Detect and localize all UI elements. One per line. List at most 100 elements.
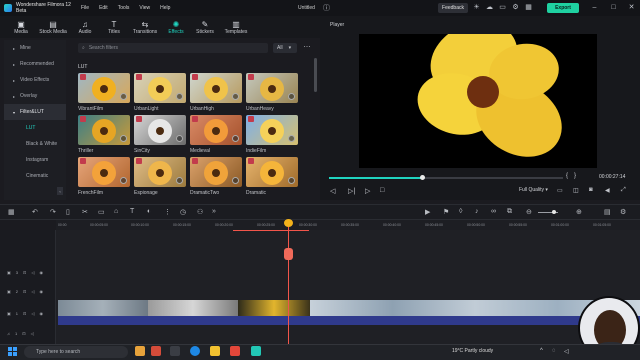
- filter-card[interactable]: Dramatic: [246, 157, 298, 199]
- camera-icon[interactable]: ◙: [589, 187, 593, 193]
- task-view-icon[interactable]: [170, 346, 180, 356]
- weather-widget[interactable]: 19°C Partly cloudy: [452, 348, 493, 354]
- download-icon[interactable]: [120, 177, 127, 184]
- tab-stock-media[interactable]: ▤ Stock Media: [37, 16, 69, 38]
- menu-edit[interactable]: Edit: [99, 5, 108, 11]
- video-clip[interactable]: [58, 300, 640, 316]
- eye-icon[interactable]: ◉: [39, 289, 43, 294]
- sidebar-item-mine[interactable]: ▸ Mine: [4, 40, 66, 56]
- shield-icon[interactable]: ◊: [459, 208, 462, 215]
- cloud-icon[interactable]: ☁: [485, 3, 494, 12]
- tab-templates[interactable]: ▥ Templates: [221, 16, 251, 38]
- zoom-slider-knob[interactable]: [552, 210, 556, 214]
- playhead-handle[interactable]: [284, 219, 293, 227]
- filter-card[interactable]: IndieFilm: [246, 115, 298, 157]
- lock-icon[interactable]: ⊡: [23, 311, 26, 316]
- chevron-up-icon[interactable]: ^: [540, 348, 543, 354]
- mute-icon[interactable]: ◁: [31, 331, 34, 336]
- progress-knob[interactable]: [420, 175, 425, 180]
- color-icon[interactable]: ◐: [147, 208, 151, 215]
- browser-scrollbar[interactable]: [314, 58, 317, 92]
- download-icon[interactable]: [288, 135, 295, 142]
- close-icon[interactable]: ✕: [627, 3, 636, 12]
- filmora-taskbar-icon[interactable]: [251, 346, 261, 356]
- timeline-tracks[interactable]: [56, 230, 640, 344]
- layout-grid-icon[interactable]: ▦: [8, 208, 15, 216]
- feedback-button[interactable]: Feedback: [438, 3, 468, 13]
- tab-stickers[interactable]: ✎ Stickers: [192, 16, 218, 38]
- inbox-icon[interactable]: ▭: [498, 3, 507, 12]
- split-icon[interactable]: ✂: [82, 208, 88, 216]
- quality-dropdown[interactable]: Full Quality ▾: [519, 187, 548, 193]
- more-options-icon[interactable]: ⋯: [302, 43, 312, 53]
- collapse-sidebar-icon[interactable]: ‹: [57, 187, 63, 195]
- sidebar-item-lut[interactable]: LUT: [4, 120, 66, 136]
- taskbar-app-icon[interactable]: [230, 346, 240, 356]
- download-icon[interactable]: [232, 177, 239, 184]
- eye-icon[interactable]: ◉: [39, 270, 43, 275]
- tab-transitions[interactable]: ⇆ Transitions: [130, 16, 160, 38]
- filter-card[interactable]: UrbanHeavy: [246, 73, 298, 115]
- filter-card[interactable]: FrenchFilm: [78, 157, 130, 199]
- zoom-out-icon[interactable]: ⊖: [526, 208, 532, 216]
- volume-icon[interactable]: ◀: [605, 187, 610, 194]
- filter-card[interactable]: SinCity: [134, 115, 186, 157]
- menu-view[interactable]: View: [139, 5, 150, 11]
- download-icon[interactable]: [120, 93, 127, 100]
- search-input[interactable]: ⌕ Search filters: [78, 43, 268, 53]
- lock-icon[interactable]: ⊡: [23, 289, 26, 294]
- audio-adjust-icon[interactable]: ⋮: [164, 208, 171, 216]
- lock-icon[interactable]: ⊡: [23, 270, 26, 275]
- playhead-marker[interactable]: [284, 248, 293, 260]
- download-icon[interactable]: [288, 177, 295, 184]
- crop-icon[interactable]: ▭: [98, 208, 105, 216]
- sidebar-item-cinematic[interactable]: Cinematic: [4, 168, 66, 184]
- download-icon[interactable]: [288, 93, 295, 100]
- filter-card[interactable]: Thriller: [78, 115, 130, 157]
- menu-tools[interactable]: Tools: [118, 5, 130, 11]
- stop-icon[interactable]: □: [380, 187, 384, 194]
- sidebar-item-overlay[interactable]: ▸ Overlay: [4, 88, 66, 104]
- windows-start-icon[interactable]: [8, 347, 17, 356]
- network-icon[interactable]: ◌: [552, 348, 556, 354]
- download-icon[interactable]: [176, 93, 183, 100]
- edge-browser-icon[interactable]: [190, 346, 200, 356]
- speed-icon[interactable]: ◷: [180, 208, 186, 216]
- render-icon[interactable]: ▶: [425, 208, 430, 216]
- tag-icon[interactable]: ⌂: [114, 208, 118, 215]
- mark-in-out-icon[interactable]: {}: [566, 173, 582, 179]
- undo-icon[interactable]: ↶: [32, 208, 38, 216]
- menu-file[interactable]: File: [81, 5, 89, 11]
- lock-icon[interactable]: ⊡: [22, 331, 25, 336]
- taskbar-app-icon[interactable]: [135, 346, 145, 356]
- play-icon[interactable]: ▷: [365, 187, 370, 195]
- filter-card[interactable]: UrbanHigh: [190, 73, 242, 115]
- sidebar-item-black-white[interactable]: Black & White: [4, 136, 66, 152]
- zoom-in-icon[interactable]: ⊕: [576, 208, 582, 216]
- sidebar-item-instagram[interactable]: Instagram: [4, 152, 66, 168]
- filter-card[interactable]: Medieval: [190, 115, 242, 157]
- settings-icon[interactable]: ⚙: [511, 3, 520, 12]
- download-icon[interactable]: [120, 135, 127, 142]
- layout-options-icon[interactable]: ▤: [604, 208, 611, 216]
- sidebar-item-filter-lut[interactable]: ▾ Filter&LUT: [4, 104, 66, 120]
- player-progress-bar[interactable]: [329, 177, 563, 179]
- filter-card[interactable]: DramaticTwo: [190, 157, 242, 199]
- link-icon[interactable]: ∞: [491, 208, 496, 215]
- download-icon[interactable]: [232, 93, 239, 100]
- filter-dropdown[interactable]: All ▾: [273, 43, 297, 53]
- sidebar-item-recommended[interactable]: ▸ Recommended: [4, 56, 66, 72]
- microphone-icon[interactable]: ♪: [475, 208, 479, 215]
- settings-icon[interactable]: ⚙: [620, 208, 626, 216]
- maximize-icon[interactable]: □: [609, 3, 618, 12]
- minimize-icon[interactable]: –: [590, 3, 599, 12]
- redo-icon[interactable]: ↷: [50, 208, 56, 216]
- delete-icon[interactable]: ▯: [66, 208, 70, 216]
- mute-icon[interactable]: ◁: [31, 311, 34, 316]
- snap-icon[interactable]: ⧉: [507, 208, 512, 216]
- info-icon[interactable]: ⓘ: [322, 4, 331, 13]
- previous-frame-icon[interactable]: ◁: [330, 187, 335, 195]
- download-icon[interactable]: [176, 177, 183, 184]
- fullscreen-icon[interactable]: ⤢: [621, 187, 626, 194]
- step-back-icon[interactable]: ▷|: [348, 187, 355, 195]
